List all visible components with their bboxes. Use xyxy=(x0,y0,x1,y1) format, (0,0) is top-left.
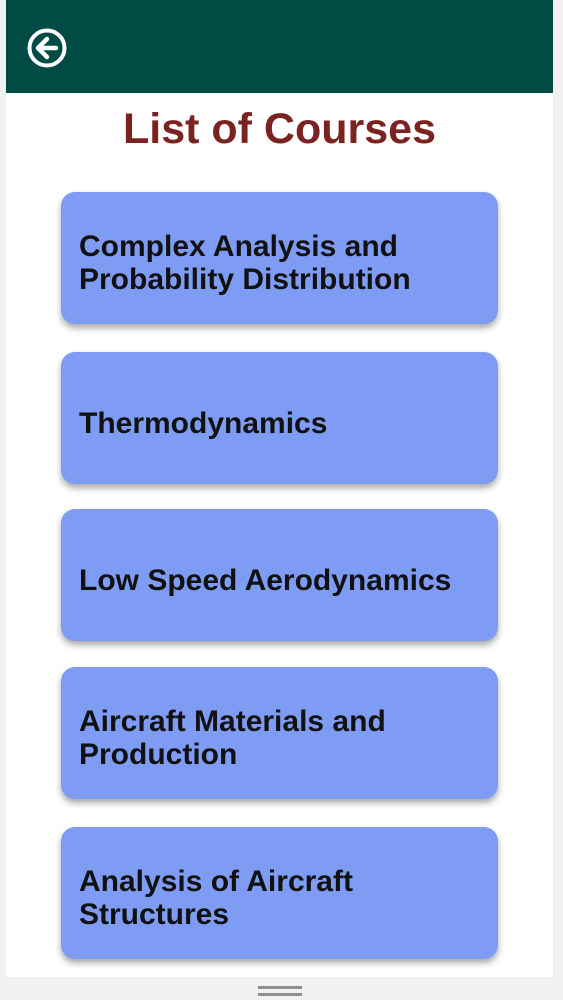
page-title: List of Courses xyxy=(123,105,436,153)
handle-line xyxy=(258,993,302,996)
handle-line xyxy=(258,986,302,989)
course-card-thermodynamics[interactable]: Thermodynamics xyxy=(61,352,498,484)
course-label: Analysis of Aircraft Structures xyxy=(79,865,353,931)
app-screen: List of Courses Complex Analysis and Pro… xyxy=(6,0,553,977)
course-label: Low Speed Aerodynamics xyxy=(79,563,452,597)
app-bar xyxy=(6,0,553,93)
arrow-left-circle-icon xyxy=(27,28,67,68)
course-card-complex-analysis[interactable]: Complex Analysis and Probability Distrib… xyxy=(61,192,498,324)
course-label: Thermodynamics xyxy=(79,406,328,440)
course-card-aircraft-structures[interactable]: Analysis of Aircraft Structures xyxy=(61,827,498,959)
course-card-low-speed-aerodynamics[interactable]: Low Speed Aerodynamics xyxy=(61,509,498,641)
course-card-aircraft-materials[interactable]: Aircraft Materials and Production xyxy=(61,667,498,799)
course-label: Complex Analysis and Probability Distrib… xyxy=(79,230,411,296)
course-label: Aircraft Materials and Production xyxy=(79,705,386,771)
back-button[interactable] xyxy=(25,26,69,70)
navigation-handle-icon[interactable] xyxy=(258,986,302,1000)
